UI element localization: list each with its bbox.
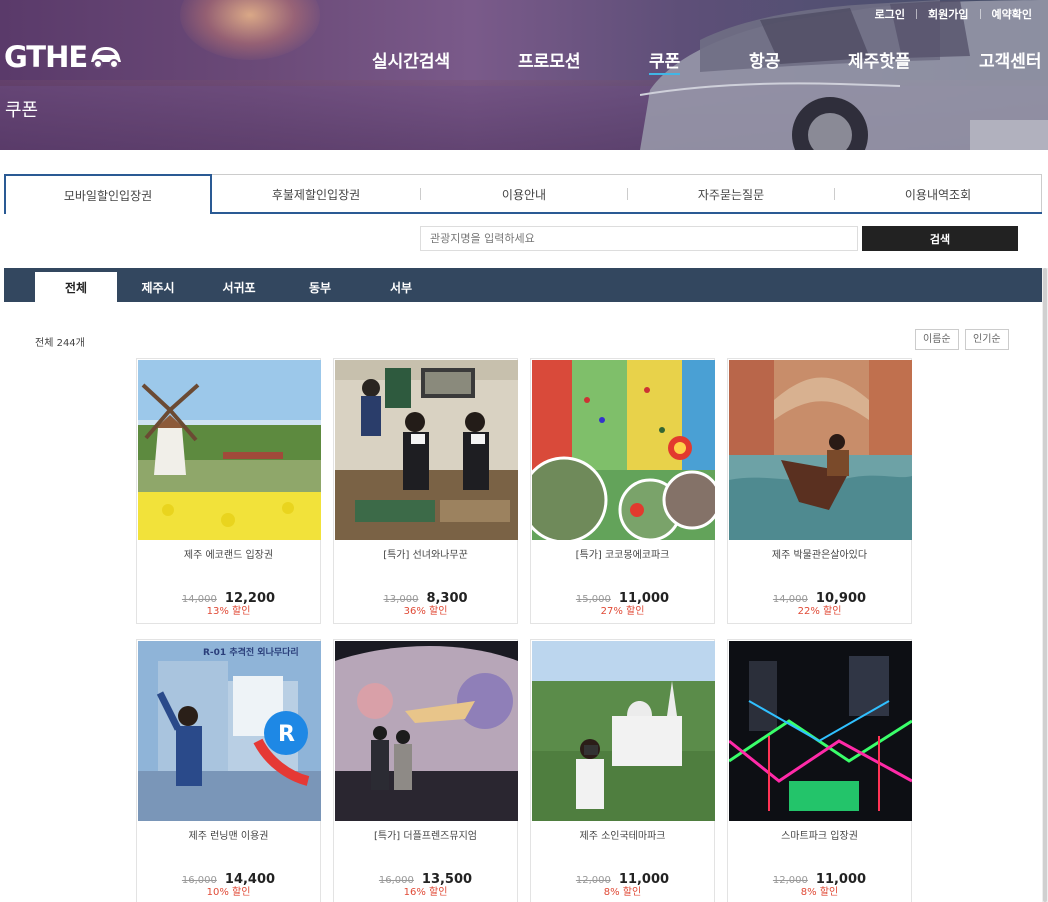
search-input[interactable]	[420, 226, 858, 251]
product-name: [특가] 선녀와나무꾼	[383, 550, 468, 561]
discount-rate: 13% 할인	[206, 606, 251, 617]
product-name: [특가] 코코몽에코파크	[575, 550, 670, 561]
reservation-check-link[interactable]: 예약확인	[992, 6, 1032, 22]
coupon-tabs: 모바일할인입장권 후불제할인입장권 이용안내 자주묻는질문 이용내역조회	[4, 174, 1042, 214]
product-card[interactable]: [특가] 선녀와나무꾼 13,000 8,300 36% 할인	[333, 358, 518, 624]
tab-usage-history[interactable]: 이용내역조회	[834, 174, 1042, 214]
sort-by-popularity-button[interactable]: 인기순	[965, 329, 1009, 350]
product-thumbnail[interactable]	[729, 641, 912, 821]
region-west[interactable]: 서부	[360, 272, 442, 302]
discount-rate: 22% 할인	[797, 606, 842, 617]
car-image	[640, 0, 1048, 150]
product-card[interactable]: [특가] 더플프렌즈뮤지엄 16,000 13,500 16% 할인	[333, 639, 518, 902]
product-thumbnail[interactable]	[335, 641, 518, 821]
region-seogwipo[interactable]: 서귀포	[198, 272, 280, 302]
discount-rate: 27% 할인	[600, 606, 645, 617]
product-name: 제주 소인국테마파크	[579, 831, 666, 842]
product-card[interactable]: [특가] 코코몽에코파크 15,000 11,000 27% 할인	[530, 358, 715, 624]
util-divider	[916, 9, 918, 19]
product-card[interactable]: 제주 에코랜드 입장권 14,000 12,200 13% 할인	[136, 358, 321, 624]
product-thumbnail[interactable]	[729, 360, 912, 540]
product-name: 제주 에코랜드 입장권	[183, 550, 274, 561]
discount-rate: 8% 할인	[603, 887, 642, 898]
product-name: 스마트파크 입장권	[781, 831, 858, 842]
product-thumbnail[interactable]	[138, 360, 321, 540]
region-filter-bar: 전체 제주시 서귀포 동부 서부	[4, 268, 1042, 302]
scrollbar-thumb[interactable]	[1043, 268, 1047, 902]
page-title: 쿠폰	[5, 100, 39, 121]
product-name: 제주 런닝맨 이용권	[188, 831, 269, 842]
signup-link[interactable]: 회원가입	[928, 6, 968, 22]
utility-nav: 로그인 회원가입 예약확인	[875, 6, 1032, 22]
product-thumbnail[interactable]	[532, 360, 715, 540]
search-button[interactable]: 검색	[862, 226, 1018, 251]
product-thumbnail[interactable]: R-01 추격전 외나무다리 R	[138, 641, 321, 821]
product-card[interactable]: 스마트파크 입장권 12,000 11,000 8% 할인	[727, 639, 912, 902]
sort-by-name-button[interactable]: 이름순	[915, 329, 959, 350]
util-divider	[979, 9, 981, 19]
discount-rate: 36% 할인	[403, 606, 448, 617]
nav-jeju-hotplace[interactable]: 제주핫플	[848, 47, 911, 72]
product-thumbnail[interactable]	[532, 641, 715, 821]
svg-text:R: R	[278, 722, 295, 747]
discount-rate: 16% 할인	[403, 887, 448, 898]
product-name: [특가] 더플프렌즈뮤지엄	[374, 831, 477, 842]
nav-flight[interactable]: 항공	[749, 47, 780, 72]
thumb-banner-text: R-01 추격전 외나무다리	[203, 646, 299, 658]
region-all[interactable]: 전체	[35, 272, 117, 302]
result-count: 전체 244개	[35, 338, 85, 349]
scrollbar[interactable]	[1042, 268, 1048, 902]
nav-customer-center[interactable]: 고객센터	[979, 47, 1042, 72]
product-thumbnail[interactable]	[335, 360, 518, 540]
tab-faq[interactable]: 자주묻는질문	[627, 174, 835, 214]
region-east[interactable]: 동부	[279, 272, 361, 302]
tab-postpaid-discount[interactable]: 후불제할인입장권	[212, 174, 420, 214]
discount-rate: 10% 할인	[206, 887, 251, 898]
nav-promotion[interactable]: 프로모션	[518, 47, 581, 72]
discount-rate: 8% 할인	[800, 887, 839, 898]
tab-mobile-discount[interactable]: 모바일할인입장권	[4, 174, 212, 214]
login-link[interactable]: 로그인	[875, 6, 905, 22]
product-card[interactable]: 제주 소인국테마파크 12,000 11,000 8% 할인	[530, 639, 715, 902]
hero-header: GTHE 로그인 회원가입 예약확인 실시간검색 프로모션 쿠폰 항공 제주핫플…	[0, 0, 1048, 150]
product-card[interactable]: 제주 박물관은살아있다 14,000 10,900 22% 할인	[727, 358, 912, 624]
product-card[interactable]: R-01 추격전 외나무다리 R 제주 런닝맨 이용권 16,000 14,400…	[136, 639, 321, 902]
tab-usage-guide[interactable]: 이용안내	[420, 174, 628, 214]
product-name: 제주 박물관은살아있다	[771, 550, 868, 561]
main-nav: 실시간검색 프로모션 쿠폰 항공 제주핫플 고객센터	[0, 47, 1048, 75]
region-jeju-city[interactable]: 제주시	[117, 272, 199, 302]
nav-realtime-search[interactable]: 실시간검색	[372, 47, 450, 72]
nav-coupon[interactable]: 쿠폰	[649, 47, 681, 75]
